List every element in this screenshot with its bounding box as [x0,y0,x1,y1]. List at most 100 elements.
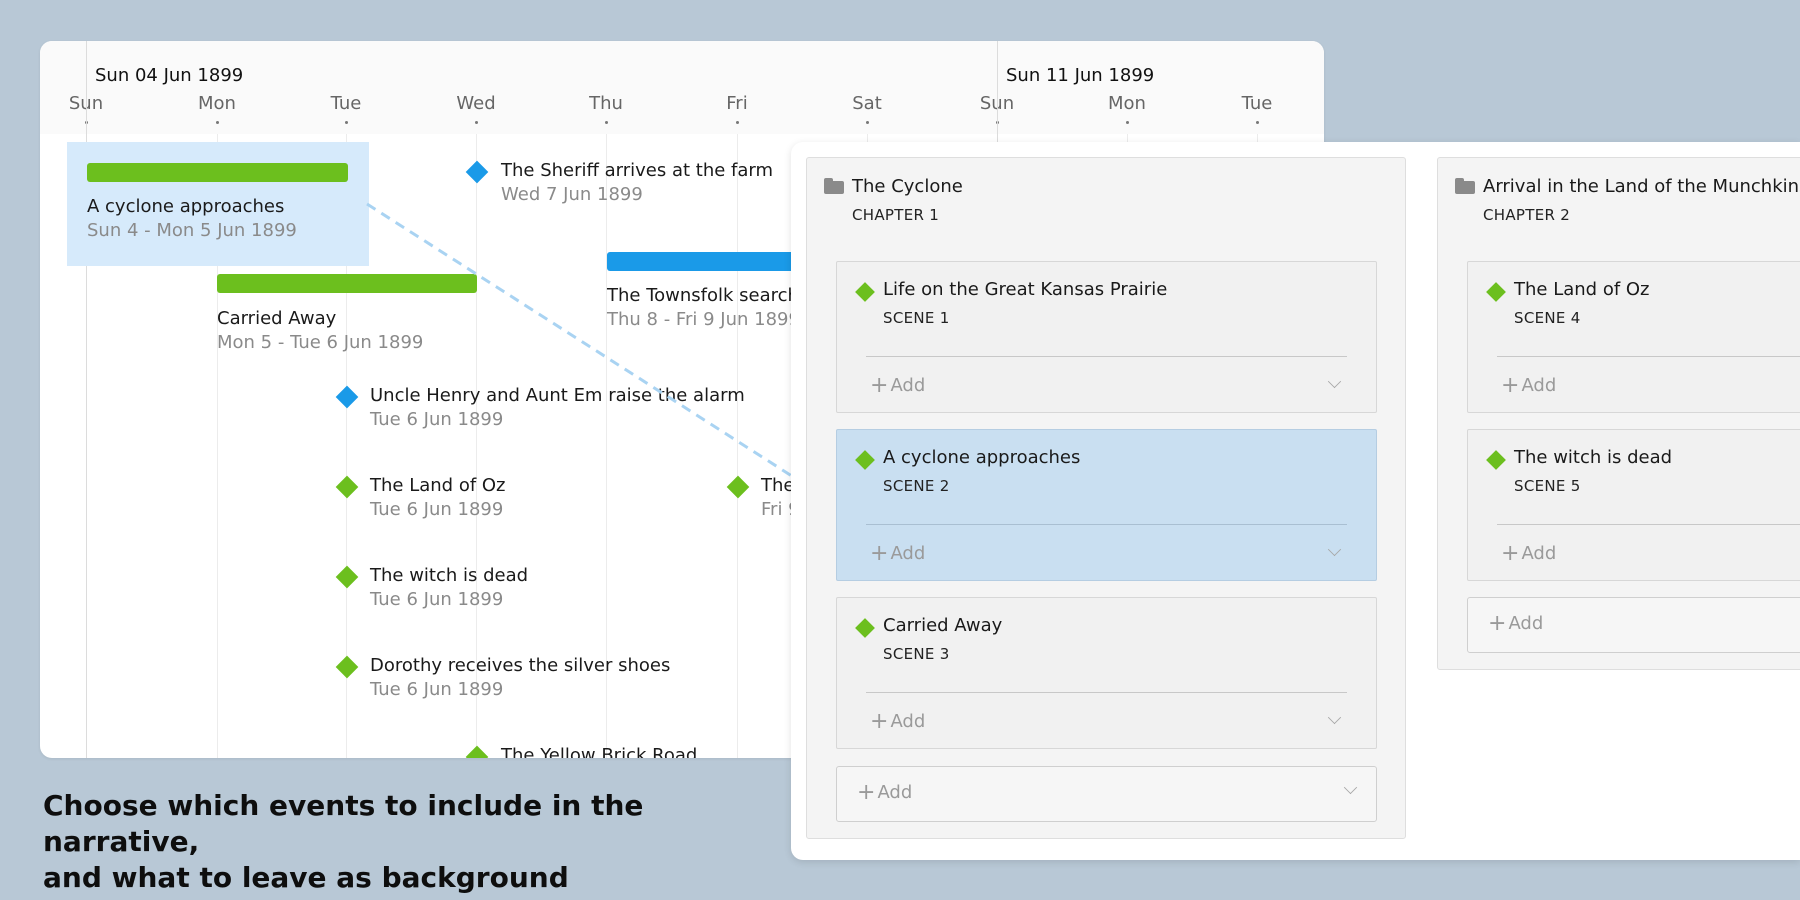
event-marker-diamond[interactable] [726,475,750,499]
day-tick [475,121,478,124]
event-title[interactable]: A cyclone approaches [87,196,284,217]
day-tick [736,121,739,124]
day-label: Tue [1241,93,1273,114]
divider [866,524,1347,525]
scene-diamond-icon [1486,450,1506,470]
add-button[interactable]: + Add [870,541,925,566]
event-bar-cyclone[interactable] [87,163,348,182]
scene-card-selected[interactable]: A cyclone approaches SCENE 2 + Add [836,429,1377,581]
plus-icon: + [870,373,889,398]
day-label: Wed [456,93,496,114]
scene-card[interactable]: The Land of Oz SCENE 4 + Add [1467,261,1800,413]
day-label: Mon [1108,93,1146,114]
folder-icon [824,178,844,194]
event-date: Tue 6 Jun 1899 [370,679,504,700]
scene-title[interactable]: A cyclone approaches [883,447,1080,468]
scene-number: SCENE 2 [883,477,950,495]
add-label: Add [890,375,926,396]
event-title[interactable]: The Yellow Brick Road [501,745,697,758]
add-scene-button[interactable]: + Add [836,766,1377,822]
event-date: Sun 4 - Mon 5 Jun 1899 [87,220,297,241]
add-button[interactable]: + Add [857,780,912,805]
week-label: Sun 04 Jun 1899 [95,65,244,86]
event-date: Tue 6 Jun 1899 [370,409,504,430]
event-date: Thu 8 - Fri 9 Jun 1899 [607,309,800,330]
chevron-down-icon[interactable] [1327,710,1342,725]
add-label: Add [1521,543,1557,564]
chapter-card[interactable]: Arrival in the Land of the Munchkins CHA… [1437,157,1800,670]
day-tick [866,121,869,124]
divider [866,692,1347,693]
event-title[interactable]: Uncle Henry and Aunt Em raise the alarm [370,385,745,406]
plus-icon: + [1488,611,1507,636]
divider [1497,356,1800,357]
divider [866,356,1347,357]
scene-title[interactable]: Life on the Great Kansas Prairie [883,279,1167,300]
plus-icon: + [1501,541,1520,566]
day-label: Tue [330,93,362,114]
scene-number: SCENE 1 [883,309,950,327]
event-marker-diamond[interactable] [465,745,489,758]
add-button[interactable]: + Add [1501,541,1556,566]
event-date: Tue 6 Jun 1899 [370,499,504,520]
day-label: Thu [589,93,623,114]
event-title[interactable]: The Sheriff arrives at the farm [501,160,773,181]
day-label: Mon [198,93,236,114]
add-button[interactable]: + Add [870,709,925,734]
chapter-number: CHAPTER 1 [852,206,940,224]
event-date: Mon 5 - Tue 6 Jun 1899 [217,332,424,353]
day-tick [605,121,608,124]
event-title[interactable]: The Townsfolk search [607,285,799,306]
chapter-number: CHAPTER 2 [1483,206,1571,224]
chevron-down-icon[interactable] [1327,374,1342,389]
event-marker-diamond[interactable] [335,565,359,589]
scene-title[interactable]: The Land of Oz [1514,279,1650,300]
add-label: Add [1508,613,1544,634]
day-tick [1256,121,1259,124]
event-marker-diamond[interactable] [335,475,359,499]
event-title[interactable]: Dorothy receives the silver shoes [370,655,670,676]
scene-diamond-icon [855,282,875,302]
caption-line: Choose which events to include in the na… [43,789,644,858]
add-scene-button[interactable]: + Add [1467,597,1800,653]
folder-icon [1455,178,1475,194]
add-button[interactable]: + Add [1488,611,1543,636]
event-bar-carried-away[interactable] [217,274,477,293]
chevron-down-icon[interactable] [1343,780,1358,795]
day-tick [1126,121,1129,124]
event-title[interactable]: Carried Away [217,308,336,329]
day-tick [345,121,348,124]
add-button[interactable]: + Add [1501,373,1556,398]
scene-card[interactable]: Life on the Great Kansas Prairie SCENE 1… [836,261,1377,413]
chevron-down-icon[interactable] [1327,542,1342,557]
scene-diamond-icon [1486,282,1506,302]
event-marker-diamond[interactable] [335,655,359,679]
chapter-card[interactable]: The Cyclone CHAPTER 1 Life on the Great … [806,157,1406,839]
plus-icon: + [1501,373,1520,398]
event-title[interactable]: The witch is dead [370,565,528,586]
scene-number: SCENE 3 [883,645,950,663]
event-date: Wed 7 Jun 1899 [501,184,643,205]
scene-card[interactable]: Carried Away SCENE 3 + Add [836,597,1377,749]
day-label: Sat [852,93,882,114]
add-label: Add [890,711,926,732]
scene-card[interactable]: The witch is dead SCENE 5 + Add [1467,429,1800,581]
scene-diamond-icon [855,618,875,638]
add-label: Add [890,543,926,564]
scene-title[interactable]: Carried Away [883,615,1002,636]
scene-title[interactable]: The witch is dead [1514,447,1672,468]
chapter-title[interactable]: The Cyclone [852,176,963,197]
event-title[interactable]: The [761,475,794,496]
chapter-title[interactable]: Arrival in the Land of the Munchkins [1483,176,1800,197]
event-marker-diamond[interactable] [465,160,489,184]
event-marker-diamond[interactable] [335,385,359,409]
scene-number: SCENE 5 [1514,477,1581,495]
day-tick [216,121,219,124]
timeline-header: Sun 04 Jun 1899 Sun 11 Jun 1899 Sun Mon … [40,41,1324,134]
add-button[interactable]: + Add [870,373,925,398]
plus-icon: + [870,541,889,566]
scene-diamond-icon [855,450,875,470]
event-title[interactable]: The Land of Oz [370,475,506,496]
divider [1497,524,1800,525]
caption-line: and what to leave as background informat… [43,861,569,900]
